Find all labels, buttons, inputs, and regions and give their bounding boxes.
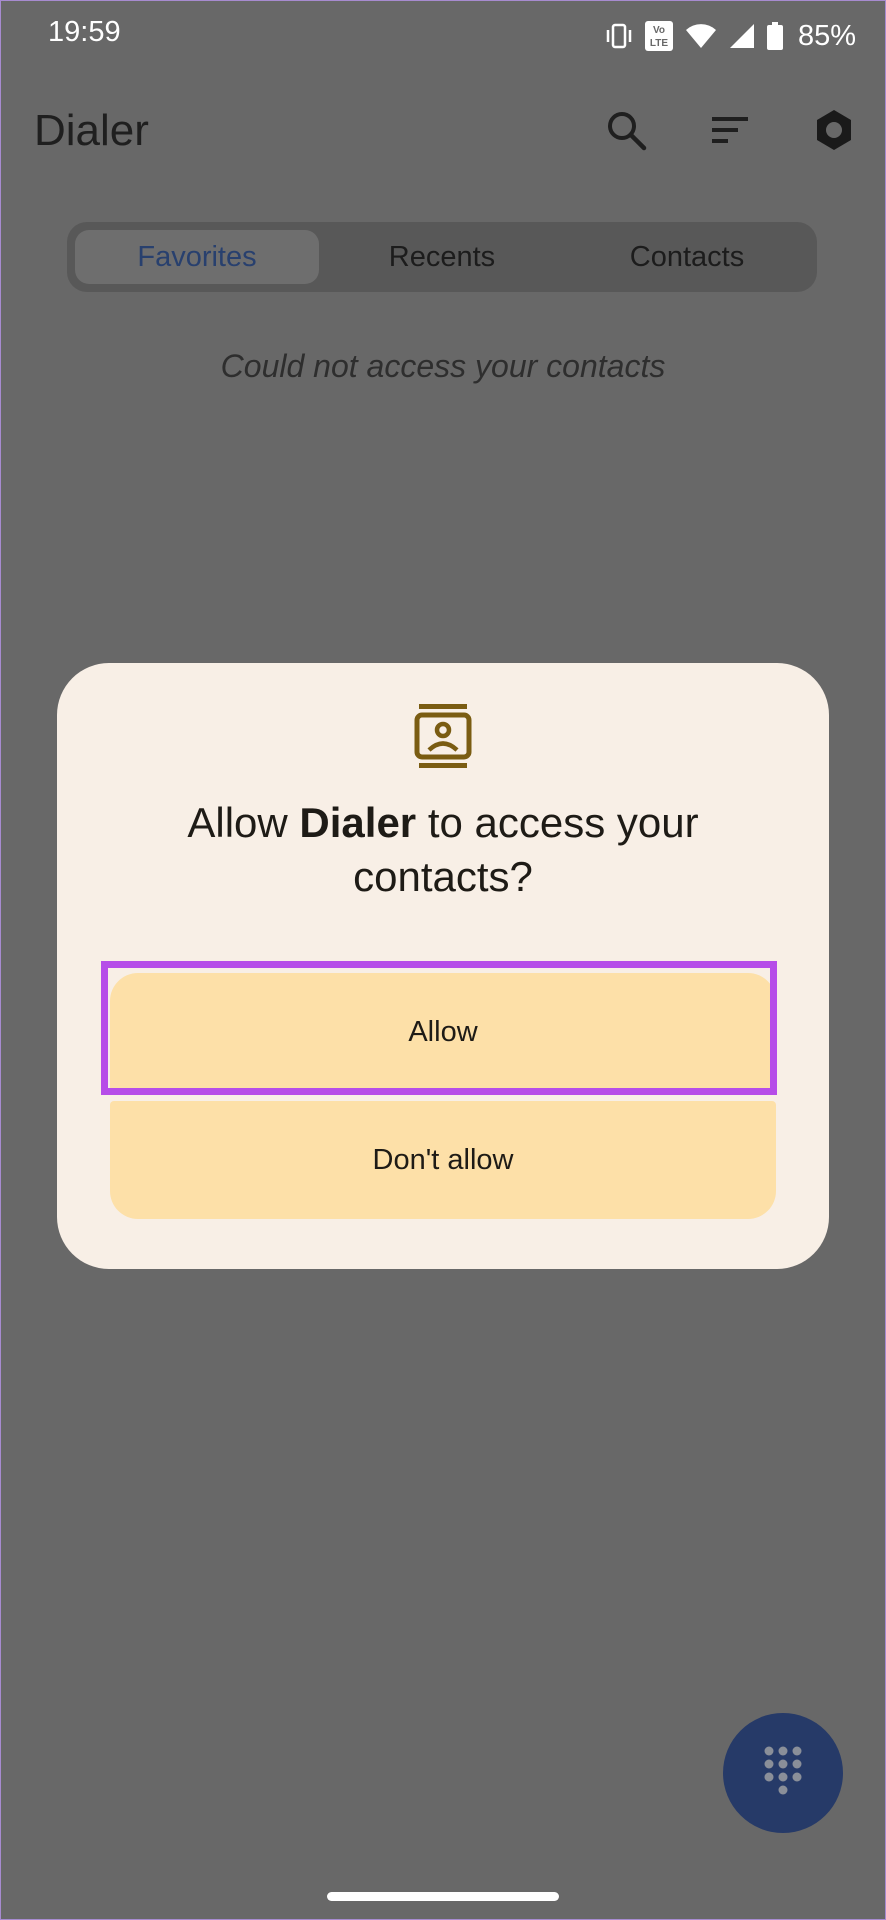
search-icon[interactable] <box>604 108 648 152</box>
contacts-icon <box>414 703 472 769</box>
tab-bar: Favorites Recents Contacts <box>67 222 817 292</box>
navigation-handle[interactable] <box>327 1892 559 1901</box>
dialpad-icon <box>763 1745 803 1801</box>
tab-contacts[interactable]: Contacts <box>565 230 809 284</box>
wifi-icon <box>684 22 718 50</box>
battery-percent: 85% <box>797 19 856 52</box>
svg-text:LTE: LTE <box>650 38 668 49</box>
dialog-title-app-name: Dialer <box>299 799 417 846</box>
dialog-title-prefix: Allow <box>187 799 300 846</box>
status-icons: Vo LTE 85% <box>604 18 856 54</box>
dialog-title: Allow Dialer to access your contacts? <box>110 796 776 904</box>
allow-button[interactable]: Allow <box>110 973 776 1091</box>
dialpad-button[interactable] <box>723 1713 843 1833</box>
empty-state-message: Could not access your contacts <box>220 348 666 384</box>
app-title: Dialer <box>34 106 149 155</box>
status-time: 19:59 <box>48 16 121 48</box>
settings-icon[interactable] <box>812 108 856 152</box>
tab-recents[interactable]: Recents <box>320 230 564 284</box>
vibrate-icon <box>604 21 634 51</box>
dont-allow-button[interactable]: Don't allow <box>110 1101 776 1219</box>
tab-favorites[interactable]: Favorites <box>75 230 319 284</box>
sort-icon[interactable] <box>708 108 752 152</box>
volte-icon: Vo LTE <box>644 20 674 52</box>
svg-text:Vo: Vo <box>653 25 665 36</box>
status-bar: 19:59 Vo LTE 85% <box>0 0 886 70</box>
battery-icon <box>766 21 784 51</box>
cellular-signal-icon <box>728 22 756 50</box>
